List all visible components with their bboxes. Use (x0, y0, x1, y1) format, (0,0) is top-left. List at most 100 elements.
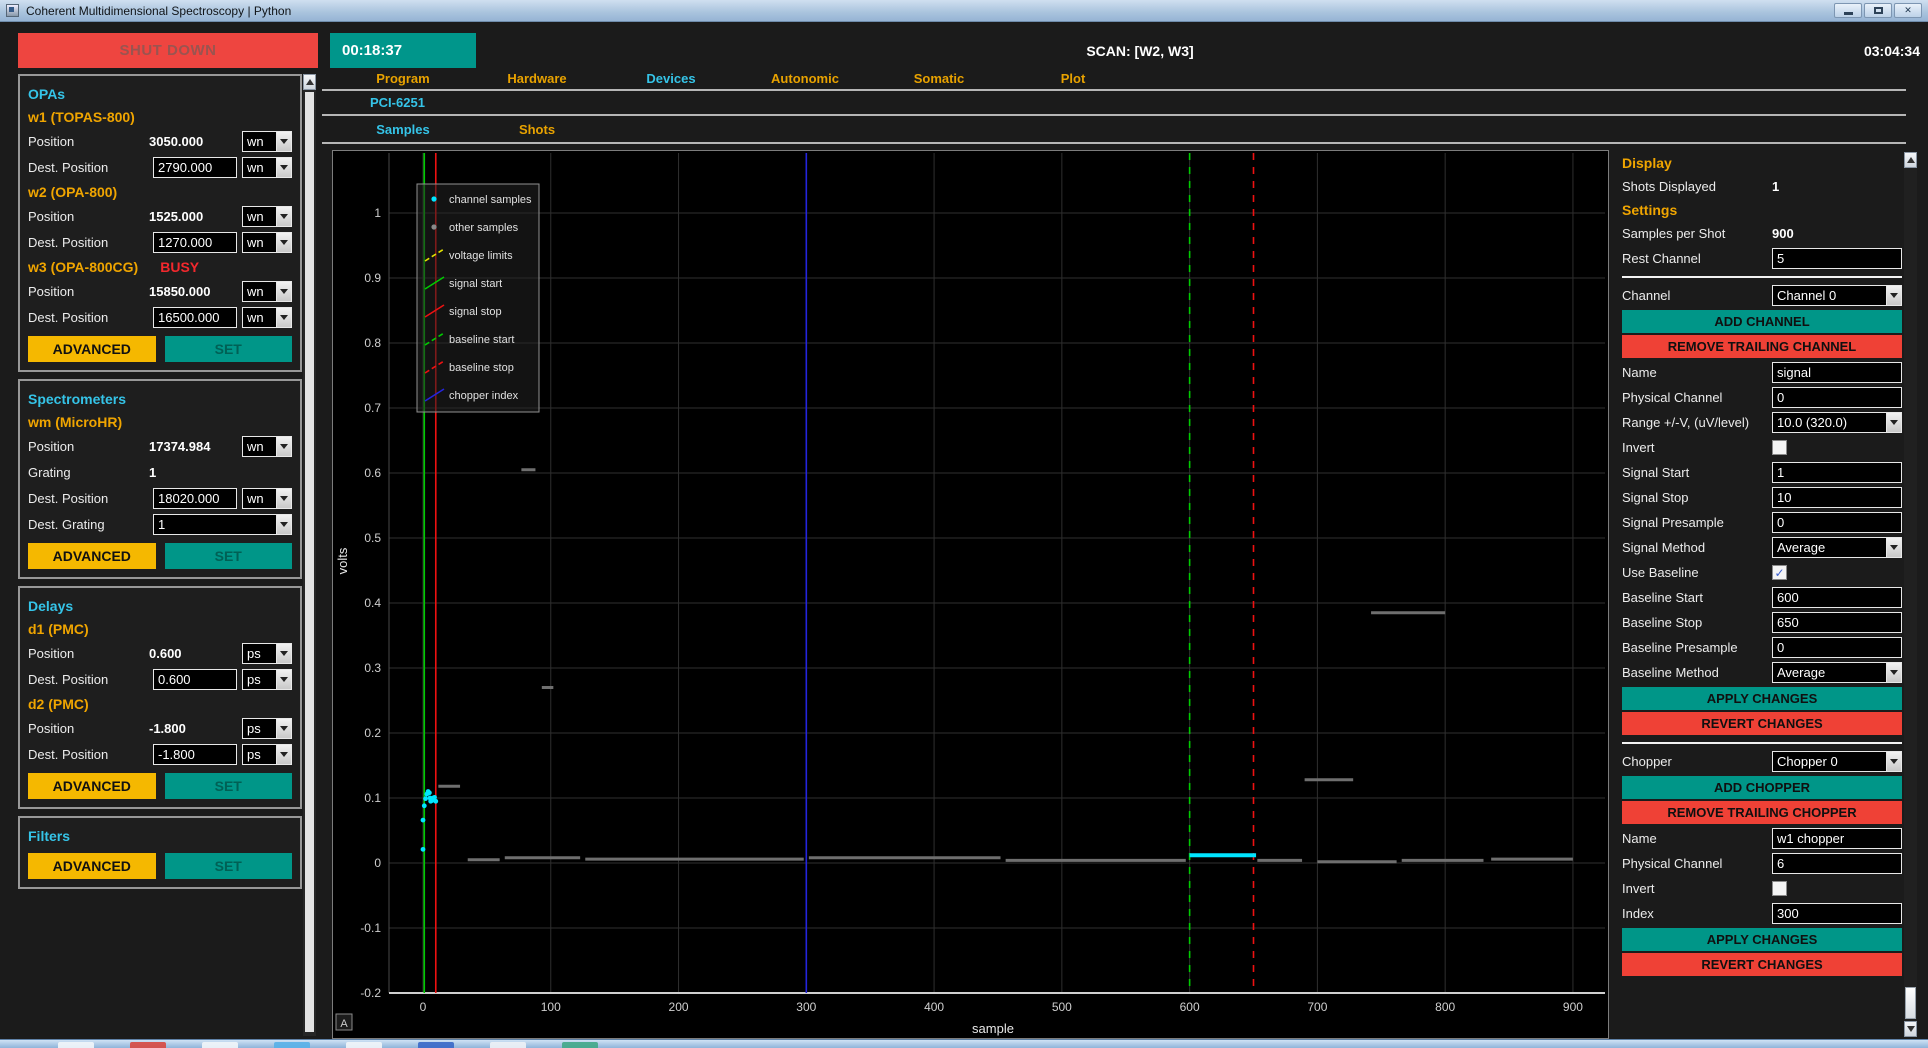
chevron-down-icon[interactable] (1886, 663, 1901, 682)
chevron-down-icon[interactable] (276, 282, 291, 301)
unit-select[interactable]: wn (242, 206, 292, 227)
physical-channel-input[interactable] (1772, 387, 1902, 408)
apply-changes-button[interactable]: APPLY CHANGES (1622, 687, 1902, 710)
unit-select[interactable]: wn (242, 281, 292, 302)
maximize-button[interactable] (1864, 3, 1892, 18)
tab-samples[interactable]: Samples (336, 116, 470, 142)
chevron-down-icon[interactable] (276, 644, 291, 663)
menu-item-autonomic[interactable]: Autonomic (738, 68, 872, 89)
set-button[interactable]: SET (165, 336, 293, 362)
dest-position-input[interactable] (153, 669, 237, 690)
chopper-select[interactable]: Chopper 0 (1772, 751, 1902, 772)
menu-item-somatic[interactable]: Somatic (872, 68, 1006, 89)
chevron-down-icon[interactable] (276, 515, 291, 534)
unit-select[interactable]: ps (242, 744, 292, 765)
dest-grating-select[interactable]: 1 (153, 514, 292, 535)
menu-item-devices[interactable]: Devices (604, 68, 738, 89)
plot-canvas[interactable]: -0.2-0.100.10.20.30.40.50.60.70.80.91010… (333, 151, 1608, 1038)
taskbar-icon[interactable] (130, 1042, 166, 1048)
autoscale-button[interactable]: A (336, 1014, 352, 1030)
minimize-button[interactable] (1834, 3, 1862, 18)
windows-taskbar[interactable] (0, 1039, 1928, 1048)
chevron-down-icon[interactable] (276, 308, 291, 327)
taskbar-icon[interactable] (58, 1042, 94, 1048)
shutdown-button[interactable]: SHUT DOWN (18, 33, 318, 68)
tab-shots[interactable]: Shots (470, 116, 604, 142)
left-scrollbar[interactable] (303, 74, 316, 1036)
advanced-button[interactable]: ADVANCED (28, 853, 156, 879)
scroll-down-icon[interactable] (1904, 1021, 1917, 1037)
range-v-uv-level-select[interactable]: 10.0 (320.0) (1772, 412, 1902, 433)
scroll-up-icon[interactable] (303, 74, 316, 90)
advanced-button[interactable]: ADVANCED (28, 773, 156, 799)
taskbar-icon[interactable] (562, 1042, 598, 1048)
taskbar-icon[interactable] (346, 1042, 382, 1048)
chevron-down-icon[interactable] (1886, 286, 1901, 305)
apply-changes-button[interactable]: APPLY CHANGES (1622, 928, 1902, 951)
unit-select[interactable]: wn (242, 307, 292, 328)
invert-checkbox[interactable] (1772, 440, 1787, 455)
plot-legend[interactable]: channel samplesother samplesvoltage limi… (417, 184, 539, 412)
chevron-down-icon[interactable] (1886, 413, 1901, 432)
chevron-down-icon[interactable] (276, 745, 291, 764)
channel-select[interactable]: Channel 0 (1772, 285, 1902, 306)
index-input[interactable] (1772, 903, 1902, 924)
name-input[interactable] (1772, 828, 1902, 849)
unit-select[interactable]: ps (242, 643, 292, 664)
unit-select[interactable]: ps (242, 669, 292, 690)
signal-stop-input[interactable] (1772, 487, 1902, 508)
scroll-up-icon[interactable] (1904, 152, 1917, 168)
menu-item-plot[interactable]: Plot (1006, 68, 1140, 89)
signal-start-input[interactable] (1772, 462, 1902, 483)
rest-channel-input[interactable] (1772, 248, 1902, 269)
baseline-stop-input[interactable] (1772, 612, 1902, 633)
advanced-button[interactable]: ADVANCED (28, 543, 156, 569)
chevron-down-icon[interactable] (276, 489, 291, 508)
unit-select[interactable]: wn (242, 488, 292, 509)
dest-position-input[interactable] (153, 744, 237, 765)
add-channel-button[interactable]: ADD CHANNEL (1622, 310, 1902, 333)
chevron-down-icon[interactable] (276, 132, 291, 151)
baseline-method-select[interactable]: Average (1772, 662, 1902, 683)
unit-select[interactable]: wn (242, 157, 292, 178)
invert-checkbox[interactable] (1772, 881, 1787, 896)
menu-item-program[interactable]: Program (336, 68, 470, 89)
baseline-presample-input[interactable] (1772, 637, 1902, 658)
dest-position-input[interactable] (153, 488, 237, 509)
advanced-button[interactable]: ADVANCED (28, 336, 156, 362)
name-input[interactable] (1772, 362, 1902, 383)
chevron-down-icon[interactable] (276, 719, 291, 738)
remove-trailing-channel-button[interactable]: REMOVE TRAILING CHANNEL (1622, 335, 1902, 358)
dest-position-input[interactable] (153, 157, 237, 178)
window-titlebar[interactable]: Coherent Multidimensional Spectroscopy |… (0, 0, 1928, 22)
dest-position-input[interactable] (153, 232, 237, 253)
unit-select[interactable]: ps (242, 718, 292, 739)
unit-select[interactable]: wn (242, 131, 292, 152)
right-scrollbar-thumb[interactable] (1905, 987, 1916, 1019)
dest-position-input[interactable] (153, 307, 237, 328)
taskbar-icon[interactable] (274, 1042, 310, 1048)
set-button[interactable]: SET (165, 543, 293, 569)
left-scrollbar-thumb[interactable] (305, 92, 314, 1032)
taskbar-icon[interactable] (202, 1042, 238, 1048)
samples-plot[interactable]: -0.2-0.100.10.20.30.40.50.60.70.80.91010… (332, 150, 1609, 1039)
chevron-down-icon[interactable] (276, 207, 291, 226)
unit-select[interactable]: wn (242, 232, 292, 253)
chevron-down-icon[interactable] (276, 437, 291, 456)
use-baseline-checkbox[interactable]: ✓ (1772, 565, 1787, 580)
signal-method-select[interactable]: Average (1772, 537, 1902, 558)
signal-presample-input[interactable] (1772, 512, 1902, 533)
revert-changes-button[interactable]: REVERT CHANGES (1622, 712, 1902, 735)
chevron-down-icon[interactable] (276, 158, 291, 177)
chevron-down-icon[interactable] (276, 670, 291, 689)
set-button[interactable]: SET (165, 853, 293, 879)
taskbar-icon[interactable] (418, 1042, 454, 1048)
menu-item-hardware[interactable]: Hardware (470, 68, 604, 89)
physical-channel-input[interactable] (1772, 853, 1902, 874)
add-chopper-button[interactable]: ADD CHOPPER (1622, 776, 1902, 799)
chevron-down-icon[interactable] (276, 233, 291, 252)
baseline-start-input[interactable] (1772, 587, 1902, 608)
chevron-down-icon[interactable] (1886, 538, 1901, 557)
taskbar-icon[interactable] (490, 1042, 526, 1048)
chevron-down-icon[interactable] (1886, 752, 1901, 771)
